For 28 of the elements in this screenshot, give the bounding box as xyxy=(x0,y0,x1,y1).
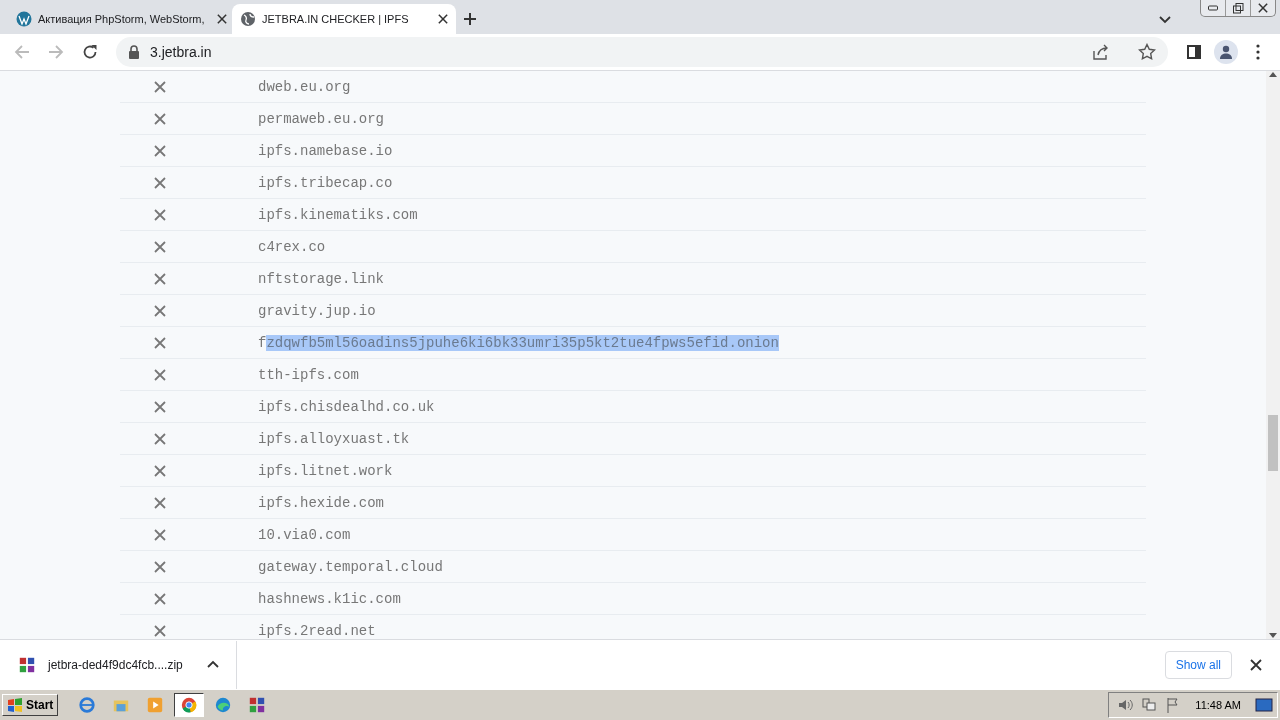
start-button[interactable]: Start xyxy=(2,694,59,716)
browser-tab[interactable]: JETBRA.IN CHECKER | IPFS xyxy=(232,4,456,34)
gateway-host: ipfs.kinematiks.com xyxy=(258,206,418,223)
gateway-host: hashnews.k1ic.com xyxy=(258,590,401,607)
gateway-host: ipfs.2read.net xyxy=(258,622,376,639)
gateway-host: nftstorage.link xyxy=(258,270,385,287)
gateway-host: dweb.eu.org xyxy=(258,78,351,95)
gateway-host: ipfs.alloyxuast.tk xyxy=(258,430,410,447)
gateway-host: c4rex.co xyxy=(258,238,326,255)
gateway-host: ipfs.chisdealhd.co.uk xyxy=(258,398,435,415)
gateway-host: ipfs.namebase.io xyxy=(258,142,393,159)
gateway-host: ipfs.hexide.com xyxy=(258,494,385,511)
gateway-host: 10.via0.com xyxy=(258,526,351,543)
url-text: 3.jetbra.in xyxy=(150,44,213,60)
gateway-host: permaweb.eu.org xyxy=(258,110,385,127)
gateway-host: ipfs.litnet.work xyxy=(258,462,393,479)
gateway-host: tth-ipfs.com xyxy=(258,366,359,383)
browser-tab[interactable]: Активация PhpStorm, WebStorm, xyxy=(8,4,232,34)
tab-title: Активация PhpStorm, WebStorm, xyxy=(38,13,205,25)
gateway-host: ipfs.tribecap.co xyxy=(258,174,393,191)
download-file-name[interactable]: jetbra-ded4f9dc4fcb....zip xyxy=(48,657,183,672)
tab-title: JETBRA.IN CHECKER | IPFS xyxy=(262,13,409,25)
show-all-button[interactable]: Show all xyxy=(1164,650,1232,679)
gateway-host: fzdqwfb5ml56oadins5jpuhe6ki6bk33umri35p5kt2tue4fpws5efid.onion xyxy=(258,334,779,351)
address-bar[interactable]: 3.jetbra.in xyxy=(116,37,1168,67)
clock: 11:48 AM xyxy=(1195,699,1241,711)
gateway-host: gravity.jup.io xyxy=(258,302,376,319)
gateway-host: gateway.temporal.cloud xyxy=(258,558,443,575)
